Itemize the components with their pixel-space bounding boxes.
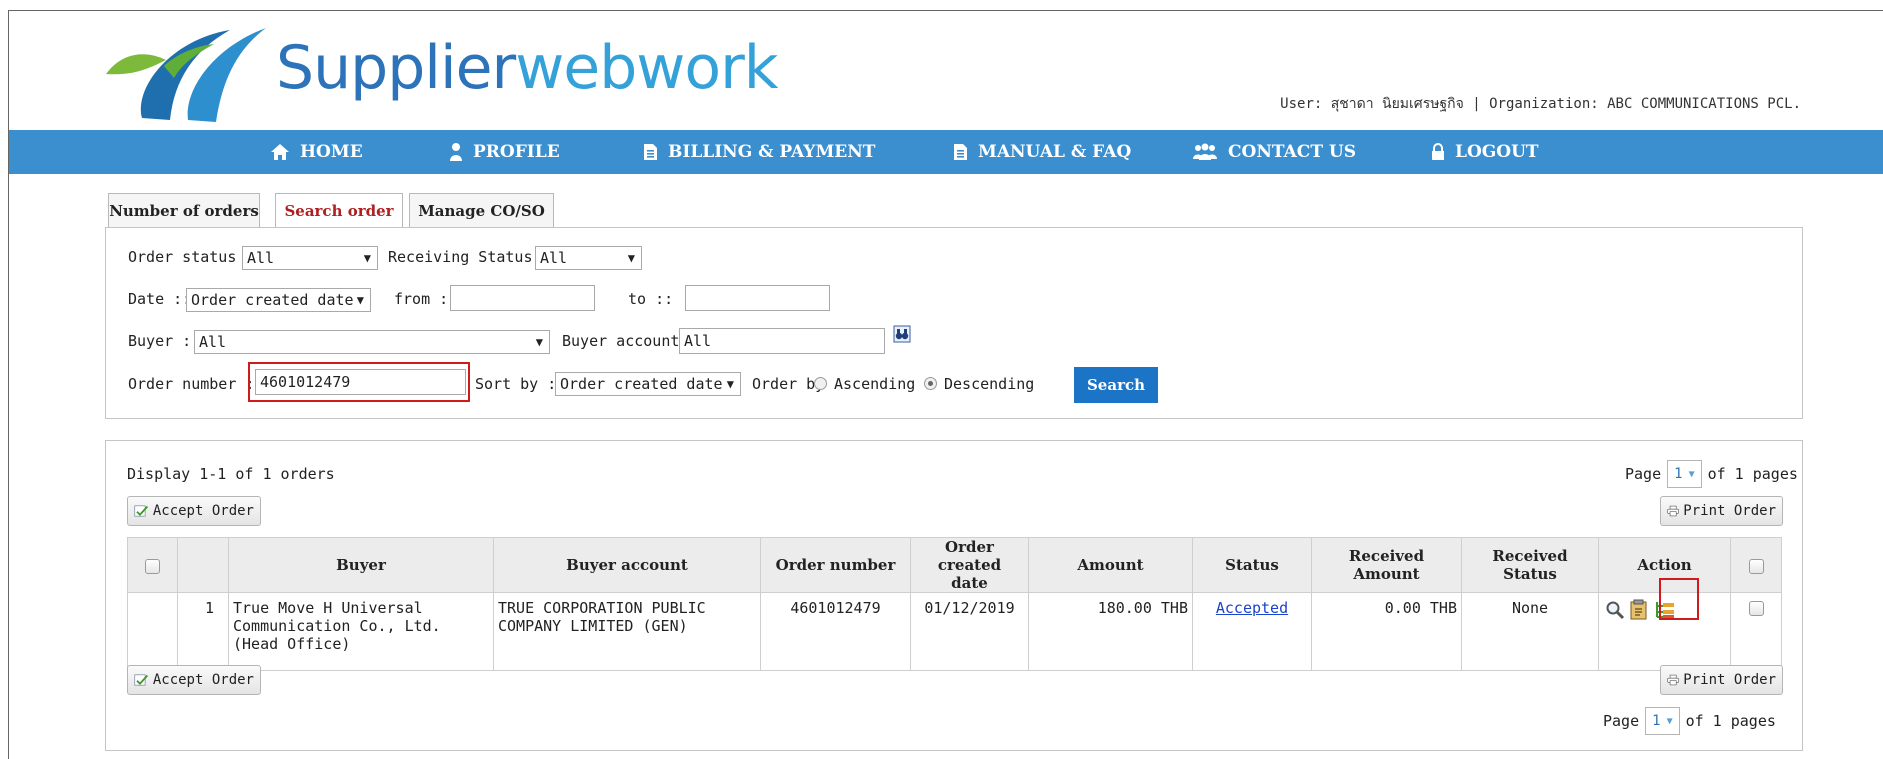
ascending-label: Ascending (834, 375, 916, 393)
dropdown-arrow-icon: ▼ (1666, 715, 1673, 727)
row-buyer-account: TRUE CORPORATION PUBLIC COMPANY LIMITED … (493, 592, 761, 671)
binoculars-icon[interactable] (893, 325, 911, 343)
profile-icon (450, 143, 462, 161)
orders-table: Buyer Buyer account Order number Order c… (127, 537, 1782, 671)
order-number-header: Order number (760, 537, 911, 593)
order-created-date-header: Order created date (910, 537, 1029, 593)
row-buyer: True Move H Universal Communication Co.,… (228, 592, 494, 671)
row-received-status: None (1461, 592, 1599, 671)
accept-icon (134, 505, 149, 517)
document-icon (644, 144, 657, 160)
magnifier-icon[interactable] (1605, 600, 1625, 620)
dropdown-arrow-icon: ▼ (356, 293, 364, 307)
main-navbar: HOME PROFILE BILLING & PAYMENT MANUAL & … (9, 130, 1883, 174)
nav-home[interactable]: HOME (270, 130, 363, 174)
nav-manual-faq[interactable]: MANUAL & FAQ (953, 130, 1131, 174)
tab-manage-co-so[interactable]: Manage CO/SO (409, 193, 554, 227)
page-select-bottom[interactable]: 1 ▼ (1645, 707, 1680, 735)
date-type-select[interactable]: Order created date ▼ (186, 288, 371, 312)
pager-top: Page 1 ▼ of 1 pages (1625, 460, 1798, 488)
ascending-radio[interactable] (814, 377, 827, 390)
amount-header: Amount (1028, 537, 1193, 593)
buyer-label: Buyer :: (128, 332, 201, 350)
row-status-link[interactable]: Accepted (1216, 599, 1288, 617)
search-button[interactable]: Search (1074, 367, 1158, 403)
status-header: Status (1192, 537, 1312, 593)
row-order-number: 4601012479 (760, 592, 911, 671)
descending-radio[interactable] (924, 377, 937, 390)
to-date-input[interactable] (685, 285, 830, 311)
row-select-checkbox[interactable] (1748, 601, 1764, 616)
accept-order-button-top[interactable]: Accept Order (127, 496, 261, 526)
to-label: to :: (628, 290, 674, 308)
nav-contact-us[interactable]: CONTACT US (1192, 130, 1356, 174)
buyer-account-input[interactable]: All (679, 328, 885, 354)
date-label: Date :: (128, 290, 192, 308)
row-select-cell (1730, 592, 1782, 671)
tab-search-order[interactable]: Search order (275, 193, 403, 228)
printer-icon (1667, 674, 1679, 686)
dropdown-arrow-icon: ▼ (627, 251, 635, 265)
received-amount-header: Received Amount (1311, 537, 1462, 593)
sort-by-select[interactable]: Order created date ▼ (555, 372, 741, 396)
print-order-button-top[interactable]: Print Order (1660, 496, 1783, 526)
row-received-amount: 0.00 THB (1311, 592, 1462, 671)
document-icon (954, 144, 967, 160)
buyer-select[interactable]: All ▼ (194, 330, 550, 354)
accept-icon (134, 674, 149, 686)
order-number-input[interactable]: 4601012479 (255, 369, 466, 395)
notepad-icon[interactable] (1629, 599, 1649, 621)
from-label: from :: (394, 290, 458, 308)
select-all-checkbox-right[interactable] (1748, 558, 1764, 574)
dropdown-arrow-icon: ▼ (535, 335, 543, 349)
dropdown-arrow-icon: ▼ (1688, 468, 1695, 480)
lock-icon (1432, 143, 1444, 160)
nav-billing-payment[interactable]: BILLING & PAYMENT (643, 130, 875, 174)
table-header-row: Buyer Buyer account Order number Order c… (127, 537, 1782, 593)
select-all-checkbox[interactable] (145, 558, 160, 574)
index-header (177, 537, 229, 593)
row-index: 1 (177, 592, 229, 671)
search-panel: Order status :: All ▼ Receiving Status ::… (105, 227, 1803, 419)
dropdown-arrow-icon: ▼ (726, 377, 734, 391)
user-organization-info: User: สุชาดา นิยมเศรษฐกิจ | Organization… (1280, 96, 1801, 112)
pager-bottom: Page 1 ▼ of 1 pages (1603, 707, 1776, 735)
sort-by-label: Sort by :: (475, 375, 566, 393)
users-icon (1193, 143, 1217, 160)
row-order-created-date: 01/12/2019 (910, 592, 1029, 671)
receiving-status-select[interactable]: All ▼ (535, 246, 642, 270)
dropdown-arrow-icon: ▼ (363, 251, 371, 265)
select-all-right-cell (1730, 537, 1782, 593)
home-icon (271, 144, 289, 160)
order-number-label: Order number :: (128, 375, 264, 393)
buyer-header: Buyer (228, 537, 494, 593)
row-amount: 180.00 THB (1028, 592, 1193, 671)
tree-icon[interactable] (1653, 600, 1675, 620)
from-date-input[interactable] (450, 285, 595, 311)
display-count-text: Display 1-1 of 1 orders (127, 465, 335, 483)
row-status-cell: Accepted (1192, 592, 1312, 671)
buyer-account-header: Buyer account (493, 537, 761, 593)
print-order-button-bottom[interactable]: Print Order (1660, 665, 1783, 695)
row-actions (1598, 592, 1731, 671)
accept-order-button-bottom[interactable]: Accept Order (127, 665, 261, 695)
printer-icon (1667, 505, 1679, 517)
page-select-top[interactable]: 1 ▼ (1667, 460, 1702, 488)
received-status-header: Received Status (1461, 537, 1599, 593)
tab-number-of-orders[interactable]: Number of orders (108, 193, 260, 227)
select-all-cell (127, 537, 178, 593)
logo-leaf-icon (106, 28, 266, 122)
nav-profile[interactable]: PROFILE (449, 130, 560, 174)
receiving-status-label: Receiving Status :: (388, 248, 560, 266)
logo-text: Supplierwebwork (276, 33, 779, 103)
descending-label: Descending (944, 375, 1035, 393)
action-header: Action (1598, 537, 1731, 593)
order-status-select[interactable]: All ▼ (242, 246, 378, 270)
table-row: 1 True Move H Universal Communication Co… (127, 592, 1782, 671)
nav-logout[interactable]: LOGOUT (1431, 130, 1539, 174)
